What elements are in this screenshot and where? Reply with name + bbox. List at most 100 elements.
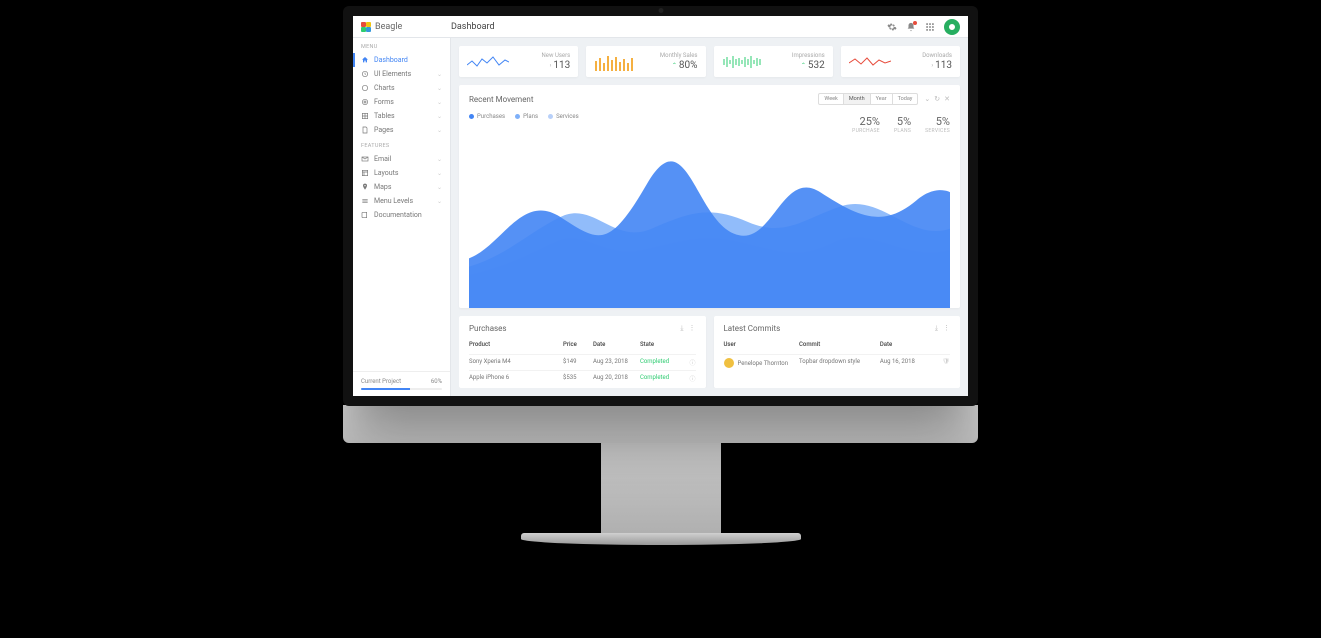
table-row[interactable]: Penelope Thornton Topbar dropdown style …: [724, 354, 951, 371]
cell-product: Sony Xperia M4: [469, 358, 563, 367]
chevron-down-icon: ⌄: [437, 184, 442, 191]
sidebar-item-email[interactable]: Email ⌄: [353, 152, 450, 166]
stat-value: 113: [935, 60, 952, 71]
area-chart: [469, 126, 950, 308]
info-icon[interactable]: ⓘ: [683, 374, 696, 383]
book-icon: [361, 211, 369, 219]
table-header: Product: [469, 341, 563, 351]
recent-movement-panel: Recent Movement Week Month Year Today ⌄: [459, 85, 960, 308]
menu-icon: [361, 197, 369, 205]
sidebar-item-layouts[interactable]: Layouts ⌄: [353, 166, 450, 180]
caret-icon: ›: [931, 62, 933, 69]
download-icon[interactable]: ⤓: [935, 324, 938, 333]
chevron-down-icon: ⌄: [437, 113, 442, 120]
app-screen: Beagle Dashboard: [353, 16, 968, 396]
layout-icon: [361, 169, 369, 177]
table-header: Commit: [799, 341, 880, 351]
movement-stat-value: 5%: [894, 115, 911, 128]
sidebar-item-label: Tables: [374, 112, 395, 120]
project-progress-bar: [361, 388, 442, 390]
sidebar-item-forms[interactable]: Forms ⌄: [353, 95, 450, 109]
sidebar-footer: Current Project 60%: [353, 371, 450, 396]
webcam: [658, 8, 663, 13]
movement-stat-label: PLANS: [894, 128, 911, 134]
movement-stat-label: PURCHASE: [852, 128, 880, 134]
grid-icon: [361, 112, 369, 120]
sparkbars-icon: [594, 53, 636, 71]
panel-title: Recent Movement: [469, 95, 533, 104]
stat-card-new-users[interactable]: New Users ›113: [459, 46, 578, 77]
project-percent: 60%: [431, 378, 442, 385]
sidebar-item-label: Forms: [374, 98, 394, 106]
sidebar-item-pages[interactable]: Pages ⌄: [353, 123, 450, 137]
sparkline-icon: [849, 53, 891, 71]
apps-grid-icon[interactable]: [925, 22, 935, 32]
project-label: Current Project: [361, 378, 401, 385]
sidebar-section-menu: MENU: [353, 38, 450, 53]
user-avatar-icon: [724, 358, 734, 368]
file-icon: [361, 126, 369, 134]
page-title: Dashboard: [451, 22, 495, 32]
download-icon[interactable]: ⤓: [680, 324, 683, 333]
sidebar-item-label: Layouts: [374, 169, 399, 177]
more-icon[interactable]: ⋮: [943, 324, 950, 333]
brand-logo[interactable]: Beagle: [361, 22, 451, 32]
stat-label: Monthly Sales: [660, 52, 698, 59]
sidebar-item-dashboard[interactable]: Dashboard: [353, 53, 450, 67]
sidebar-item-label: Charts: [374, 84, 395, 92]
stat-value: 532: [808, 60, 825, 71]
cell-date: Aug 20, 2018: [593, 374, 640, 383]
sidebar-item-documentation[interactable]: Documentation: [353, 208, 450, 222]
collapse-icon[interactable]: ⌄: [924, 95, 930, 103]
target-icon: [361, 98, 369, 106]
chevron-down-icon: ⌄: [437, 99, 442, 106]
circle-icon: [361, 84, 369, 92]
time-option-today[interactable]: Today: [893, 94, 918, 104]
time-option-week[interactable]: Week: [819, 94, 843, 104]
mail-icon: [361, 155, 369, 163]
sidebar-item-tables[interactable]: Tables ⌄: [353, 109, 450, 123]
sidebar-item-label: UI Elements: [374, 70, 411, 78]
stat-value: 113: [553, 60, 570, 71]
more-icon[interactable]: ⋮: [689, 324, 696, 333]
monitor-stand: [601, 443, 721, 533]
stat-label: Downloads: [922, 52, 952, 59]
close-icon[interactable]: ✕: [944, 95, 950, 103]
cell-user: Penelope Thornton: [738, 360, 789, 367]
monitor-base: [521, 533, 801, 545]
bell-icon[interactable]: [906, 22, 916, 32]
stat-card-downloads[interactable]: Downloads ›113: [841, 46, 960, 77]
sidebar-item-charts[interactable]: Charts ⌄: [353, 81, 450, 95]
time-option-year[interactable]: Year: [871, 94, 893, 104]
cell-state: Completed: [640, 358, 683, 367]
sidebar-item-maps[interactable]: Maps ⌄: [353, 180, 450, 194]
table-row[interactable]: Sony Xperia M4 $149 Aug 23, 2018 Complet…: [469, 354, 696, 370]
cell-commit: Topbar dropdown style: [799, 358, 880, 368]
caret-icon: ›: [550, 62, 552, 69]
cell-product: Apple iPhone 6: [469, 374, 563, 383]
movement-stat-label: SERVICES: [925, 128, 950, 134]
chevron-down-icon: ⌄: [437, 156, 442, 163]
sidebar-item-label: Dashboard: [374, 56, 408, 64]
table-header: Price: [563, 341, 593, 351]
chevron-down-icon: ⌄: [437, 127, 442, 134]
table-header: Date: [880, 341, 934, 351]
sidebar-item-menu-levels[interactable]: Menu Levels ⌄: [353, 194, 450, 208]
monitor-chin: [343, 405, 978, 443]
sidebar-item-label: Maps: [374, 183, 391, 191]
info-icon[interactable]: ⓘ: [683, 358, 696, 367]
table-row[interactable]: Apple iPhone 6 $535 Aug 20, 2018 Complet…: [469, 370, 696, 386]
user-avatar[interactable]: [944, 19, 960, 35]
gear-icon[interactable]: [887, 22, 897, 32]
time-option-month[interactable]: Month: [844, 94, 871, 104]
stat-card-monthly-sales[interactable]: Monthly Sales ⌃80%: [586, 46, 705, 77]
refresh-icon[interactable]: ↻: [934, 95, 940, 103]
badge-icon: 🛡: [934, 358, 950, 368]
legend-item: Plans: [523, 113, 538, 120]
caret-up-icon: ⌃: [672, 62, 677, 69]
sidebar-item-label: Email: [374, 155, 391, 163]
panel-title: Latest Commits: [724, 324, 781, 333]
stat-card-impressions[interactable]: Impressions ⌃532: [714, 46, 833, 77]
sidebar-item-ui-elements[interactable]: UI Elements ⌄: [353, 67, 450, 81]
stat-label: New Users: [541, 52, 570, 59]
